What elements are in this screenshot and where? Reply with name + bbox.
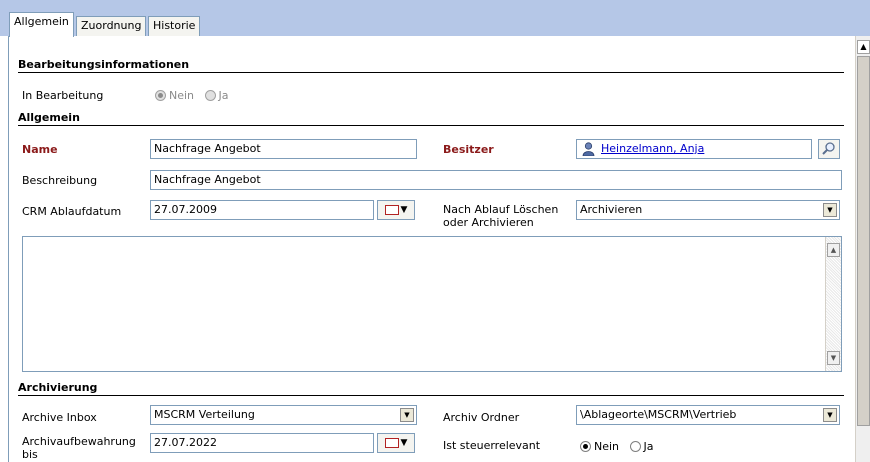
section-divider: [18, 395, 844, 396]
in-bearbeitung-nein-radio[interactable]: [155, 90, 166, 101]
form-scrollbar[interactable]: ▲: [855, 36, 870, 462]
select-value: Archivieren: [580, 203, 643, 216]
notes-textarea[interactable]: ▲ ▼: [22, 236, 842, 372]
dropdown-arrow-icon[interactable]: ▼: [823, 408, 837, 422]
scroll-thumb[interactable]: [857, 56, 870, 426]
chevron-down-icon: ▼: [400, 205, 408, 215]
section-title-bearbeitung: Bearbeitungsinformationen: [18, 58, 190, 71]
besitzer-link[interactable]: Heinzelmann, Anja: [601, 142, 704, 155]
section-title-archivierung: Archivierung: [18, 381, 98, 394]
beschreibung-label: Beschreibung: [22, 174, 98, 187]
nach-ablauf-label-line2: oder Archivieren: [443, 216, 534, 229]
calendar-icon: [384, 437, 399, 448]
scroll-up-icon[interactable]: ▲: [857, 40, 870, 54]
tab-label: Allgemein: [14, 15, 69, 28]
date-picker-button[interactable]: ▼: [377, 200, 415, 220]
in-bearbeitung-label: In Bearbeitung: [22, 89, 104, 102]
dropdown-arrow-icon[interactable]: ▼: [400, 408, 414, 422]
besitzer-label: Besitzer: [443, 143, 494, 156]
archiv-ordner-select[interactable]: \Ablageorte\MSCRM\Vertrieb ▼: [576, 405, 840, 425]
tab-historie[interactable]: Historie: [148, 16, 201, 36]
steuerrelevant-radio-group: Nein Ja: [580, 440, 654, 453]
archivaufbewahrung-label-line1: Archivaufbewahrung: [22, 435, 136, 448]
textarea-scrollbar[interactable]: ▲ ▼: [825, 237, 841, 371]
section-divider: [18, 125, 844, 126]
archivaufbewahrung-label: Archivaufbewahrung bis: [22, 435, 136, 461]
scroll-down-icon[interactable]: ▼: [827, 351, 840, 365]
scroll-up-icon[interactable]: ▲: [827, 243, 840, 257]
name-label: Name: [22, 143, 58, 156]
nach-ablauf-label-line1: Nach Ablauf Löschen: [443, 203, 559, 216]
section-divider: [18, 72, 844, 73]
calendar-icon: [384, 204, 399, 215]
tab-allgemein[interactable]: Allgemein: [9, 12, 74, 37]
steuerrelevant-ja-radio[interactable]: [629, 441, 641, 452]
archivaufbewahrung-input[interactable]: 27.07.2022: [150, 433, 374, 453]
tab-bar: Allgemein Zuordnung Historie: [0, 0, 870, 37]
radio-label: Ja: [643, 440, 654, 453]
section-title-allgemein: Allgemein: [18, 111, 80, 124]
steuerrelevant-nein-radio[interactable]: [580, 441, 591, 452]
dropdown-arrow-icon[interactable]: ▼: [823, 203, 837, 217]
user-icon: [582, 142, 595, 156]
tab-label: Zuordnung: [81, 19, 142, 32]
archive-inbox-select[interactable]: MSCRM Verteilung ▼: [150, 405, 417, 425]
in-bearbeitung-radio-group: Nein Ja: [155, 89, 229, 102]
nach-ablauf-label: Nach Ablauf Löschen oder Archivieren: [443, 203, 558, 229]
radio-label: Ja: [218, 89, 229, 102]
archive-inbox-label: Archive Inbox: [22, 411, 97, 424]
name-input[interactable]: Nachfrage Angebot: [150, 139, 417, 159]
tab-zuordnung[interactable]: Zuordnung: [76, 16, 147, 36]
radio-label: Nein: [169, 89, 195, 102]
archivaufbewahrung-label-line2: bis: [22, 448, 38, 461]
nach-ablauf-select[interactable]: Archivieren ▼: [576, 200, 840, 220]
in-bearbeitung-ja-radio[interactable]: [204, 90, 216, 101]
steuerrelevant-label: Ist steuerrelevant: [443, 439, 541, 452]
tab-label: Historie: [153, 19, 196, 32]
besitzer-lookup-field[interactable]: Heinzelmann, Anja: [576, 139, 812, 159]
select-value: \Ablageorte\MSCRM\Vertrieb: [580, 408, 737, 421]
magnifier-icon: [822, 142, 835, 155]
lookup-button[interactable]: [818, 139, 840, 159]
beschreibung-input[interactable]: Nachfrage Angebot: [150, 170, 842, 190]
crm-ablaufdatum-input[interactable]: 27.07.2009: [150, 200, 374, 220]
archiv-ordner-label: Archiv Ordner: [443, 411, 520, 424]
chevron-down-icon: ▼: [400, 438, 408, 448]
crm-ablaufdatum-label: CRM Ablaufdatum: [22, 205, 122, 218]
select-value: MSCRM Verteilung: [154, 408, 255, 421]
date-picker-button[interactable]: ▼: [377, 433, 415, 453]
radio-label: Nein: [594, 440, 620, 453]
